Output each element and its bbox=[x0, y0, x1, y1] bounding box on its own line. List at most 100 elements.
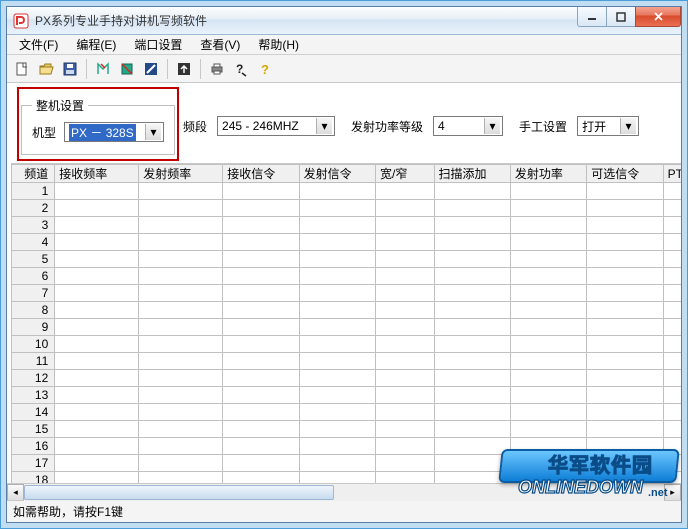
cell[interactable] bbox=[434, 285, 510, 302]
cell[interactable] bbox=[299, 234, 375, 251]
cell[interactable] bbox=[139, 183, 223, 200]
table-row[interactable]: 3 bbox=[12, 217, 682, 234]
cell[interactable] bbox=[299, 183, 375, 200]
cell[interactable] bbox=[55, 370, 139, 387]
cell[interactable] bbox=[223, 353, 299, 370]
cell[interactable] bbox=[375, 421, 434, 438]
row-header[interactable]: 12 bbox=[12, 370, 55, 387]
cell[interactable] bbox=[139, 302, 223, 319]
col-header[interactable]: 接收信令 bbox=[223, 165, 299, 183]
cell[interactable] bbox=[663, 234, 681, 251]
cell[interactable] bbox=[139, 421, 223, 438]
cell[interactable] bbox=[375, 455, 434, 472]
cell[interactable] bbox=[299, 217, 375, 234]
row-header[interactable]: 6 bbox=[12, 268, 55, 285]
cell[interactable] bbox=[139, 251, 223, 268]
cell[interactable] bbox=[434, 421, 510, 438]
cell[interactable] bbox=[587, 234, 663, 251]
row-header[interactable]: 10 bbox=[12, 336, 55, 353]
cell[interactable] bbox=[55, 472, 139, 484]
find-icon[interactable]: ? bbox=[230, 58, 252, 80]
row-header[interactable]: 8 bbox=[12, 302, 55, 319]
col-header[interactable]: 发射频率 bbox=[139, 165, 223, 183]
cell[interactable] bbox=[375, 438, 434, 455]
row-header[interactable]: 16 bbox=[12, 438, 55, 455]
cell[interactable] bbox=[663, 353, 681, 370]
manual-select[interactable]: 打开 ▾ bbox=[577, 116, 639, 136]
cell[interactable] bbox=[375, 336, 434, 353]
col-header[interactable]: 可选信令 bbox=[587, 165, 663, 183]
cell[interactable] bbox=[55, 387, 139, 404]
cell[interactable] bbox=[223, 217, 299, 234]
cell[interactable] bbox=[587, 421, 663, 438]
table-row[interactable]: 9 bbox=[12, 319, 682, 336]
cell[interactable] bbox=[434, 302, 510, 319]
cell[interactable] bbox=[663, 251, 681, 268]
cell[interactable] bbox=[587, 200, 663, 217]
cell[interactable] bbox=[375, 370, 434, 387]
cell[interactable] bbox=[223, 455, 299, 472]
cell[interactable] bbox=[223, 472, 299, 484]
cell[interactable] bbox=[663, 438, 681, 455]
cell[interactable] bbox=[55, 234, 139, 251]
cell[interactable] bbox=[55, 421, 139, 438]
write-device-icon[interactable] bbox=[116, 58, 138, 80]
cell[interactable] bbox=[55, 302, 139, 319]
table-row[interactable]: 4 bbox=[12, 234, 682, 251]
cell[interactable] bbox=[223, 336, 299, 353]
cell[interactable] bbox=[587, 183, 663, 200]
file-new-icon[interactable] bbox=[11, 58, 33, 80]
upload-icon[interactable] bbox=[173, 58, 195, 80]
col-header[interactable]: 接收频率 bbox=[55, 165, 139, 183]
menu-edit[interactable]: 编程(E) bbox=[68, 35, 124, 54]
titlebar[interactable]: PX系列专业手持对讲机写频软件 bbox=[7, 7, 681, 35]
row-header[interactable]: 4 bbox=[12, 234, 55, 251]
cell[interactable] bbox=[223, 302, 299, 319]
print-icon[interactable] bbox=[206, 58, 228, 80]
cell[interactable] bbox=[375, 285, 434, 302]
table-row[interactable]: 8 bbox=[12, 302, 682, 319]
cell[interactable] bbox=[663, 285, 681, 302]
cell[interactable] bbox=[299, 251, 375, 268]
col-header[interactable]: 宽/窄 bbox=[375, 165, 434, 183]
menu-help[interactable]: 帮助(H) bbox=[250, 35, 307, 54]
cell[interactable] bbox=[299, 455, 375, 472]
cell[interactable] bbox=[663, 268, 681, 285]
cell[interactable] bbox=[587, 404, 663, 421]
cell[interactable] bbox=[663, 183, 681, 200]
table-row[interactable]: 13 bbox=[12, 387, 682, 404]
cell[interactable] bbox=[55, 285, 139, 302]
cell[interactable] bbox=[139, 319, 223, 336]
cell[interactable] bbox=[299, 302, 375, 319]
cell[interactable] bbox=[375, 472, 434, 484]
cell[interactable] bbox=[587, 268, 663, 285]
minimize-button[interactable] bbox=[577, 7, 607, 27]
cell[interactable] bbox=[299, 268, 375, 285]
cell[interactable] bbox=[223, 387, 299, 404]
cell[interactable] bbox=[223, 183, 299, 200]
table-row[interactable]: 11 bbox=[12, 353, 682, 370]
cell[interactable] bbox=[55, 455, 139, 472]
row-header[interactable]: 2 bbox=[12, 200, 55, 217]
cell[interactable] bbox=[299, 404, 375, 421]
row-header[interactable]: 15 bbox=[12, 421, 55, 438]
cell[interactable] bbox=[139, 455, 223, 472]
row-header[interactable]: 7 bbox=[12, 285, 55, 302]
cell[interactable] bbox=[55, 217, 139, 234]
cell[interactable] bbox=[510, 234, 586, 251]
link-icon[interactable] bbox=[140, 58, 162, 80]
cell[interactable] bbox=[510, 183, 586, 200]
cell[interactable] bbox=[223, 404, 299, 421]
cell[interactable] bbox=[663, 370, 681, 387]
cell[interactable] bbox=[375, 234, 434, 251]
cell[interactable] bbox=[55, 319, 139, 336]
table-row[interactable]: 6 bbox=[12, 268, 682, 285]
cell[interactable] bbox=[434, 200, 510, 217]
cell[interactable] bbox=[587, 472, 663, 484]
cell[interactable] bbox=[299, 438, 375, 455]
row-header[interactable]: 9 bbox=[12, 319, 55, 336]
cell[interactable] bbox=[434, 336, 510, 353]
scroll-left-button[interactable]: ◂ bbox=[7, 484, 24, 501]
row-header[interactable]: 5 bbox=[12, 251, 55, 268]
cell[interactable] bbox=[510, 387, 586, 404]
